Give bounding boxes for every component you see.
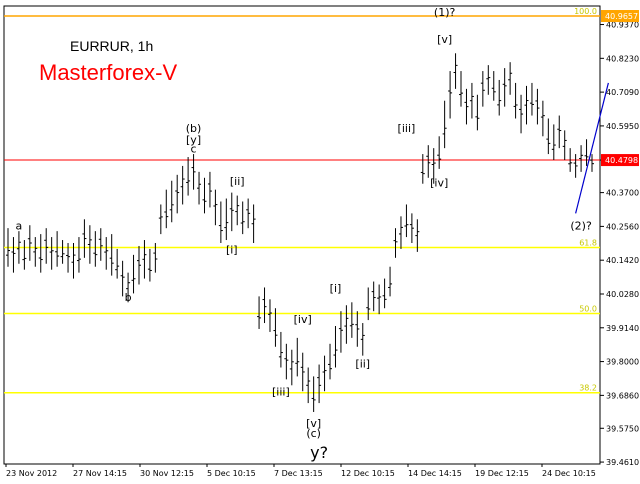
y-tick-label-8: 40.0280 (606, 290, 639, 299)
x-tick-label-2: 30 Nov 12:15 (140, 469, 194, 478)
wave-label-18: (2)? (570, 220, 592, 233)
x-tick-label-8: 24 Dec 10:15 (542, 469, 596, 478)
y-tick-label-1: 40.8230 (606, 54, 639, 63)
y-tick-label-10: 39.8000 (606, 358, 639, 367)
fib-level-label-1: 61.8 (579, 238, 597, 247)
brand-title: Masterforex-V (39, 60, 178, 85)
wave-label-15: [iv] (430, 177, 448, 190)
wave-label-10: (c) (306, 427, 321, 440)
x-axis: 23 Nov 2012 27 Nov 14:15 30 Nov 12:15 5 Dec… (5, 464, 596, 478)
y-tick-label-11: 39.6860 (606, 391, 639, 400)
symbol-title: EURRUR, 1h (70, 38, 154, 54)
wave-label-1: b (125, 291, 132, 304)
x-tick-label-0: 23 Nov 2012 (6, 469, 57, 478)
wave-label-4: c (191, 143, 197, 156)
current-price-tag-label: 40.4798 (605, 156, 638, 165)
chart-area: 100.0 61.8 50.0 38.2 a b (b) [y] c [ii] [i] [iv] [i… (0, 0, 640, 480)
fib-level-label-2: 50.0 (579, 305, 597, 314)
x-tick-label-4: 7 Dec 13:15 (274, 469, 323, 478)
x-tick-label-5: 12 Dec 10:15 (341, 469, 395, 478)
y-tick-label-7: 40.1420 (606, 256, 639, 265)
y-tick-label-9: 39.9140 (606, 324, 639, 333)
x-tick-label-7: 19 Dec 12:15 (475, 469, 529, 478)
fib-level-label-3: 38.2 (579, 384, 597, 393)
y-tick-label-5: 40.3700 (606, 189, 639, 198)
y-tick-label-6: 40.2560 (606, 222, 639, 231)
x-tick-label-6: 14 Dec 14:15 (408, 469, 462, 478)
y-tick-label-13: 39.4610 (606, 458, 639, 467)
x-tick-label-3: 5 Dec 10:15 (207, 469, 256, 478)
y-tick-label-3: 40.5950 (606, 122, 639, 131)
fib-level-label-0: 100.0 (574, 7, 597, 16)
wave-label-0: a (16, 220, 23, 233)
wave-label-5: [ii] (230, 175, 245, 188)
wave-label-17: (1)? (434, 6, 456, 19)
wave-label-11: y? (310, 443, 328, 462)
y-tick-label-12: 39.5750 (606, 424, 639, 433)
wave-label-12: [i] (330, 282, 342, 295)
wave-label-8: [iii] (272, 386, 290, 399)
y-axis: 40.937040.823040.709040.595040.479840.37… (600, 10, 639, 467)
wave-label-14: [iii] (398, 122, 416, 135)
top-line-price-tag-label: 40.9657 (605, 12, 638, 21)
wave-label-16: [v] (437, 33, 452, 46)
wave-label-7: [iv] (294, 313, 312, 326)
y-tick-label-2: 40.7090 (606, 88, 639, 97)
wave-label-6: [i] (226, 243, 238, 256)
x-tick-label-1: 27 Nov 14:15 (73, 469, 127, 478)
wave-label-13: [ii] (355, 358, 370, 371)
